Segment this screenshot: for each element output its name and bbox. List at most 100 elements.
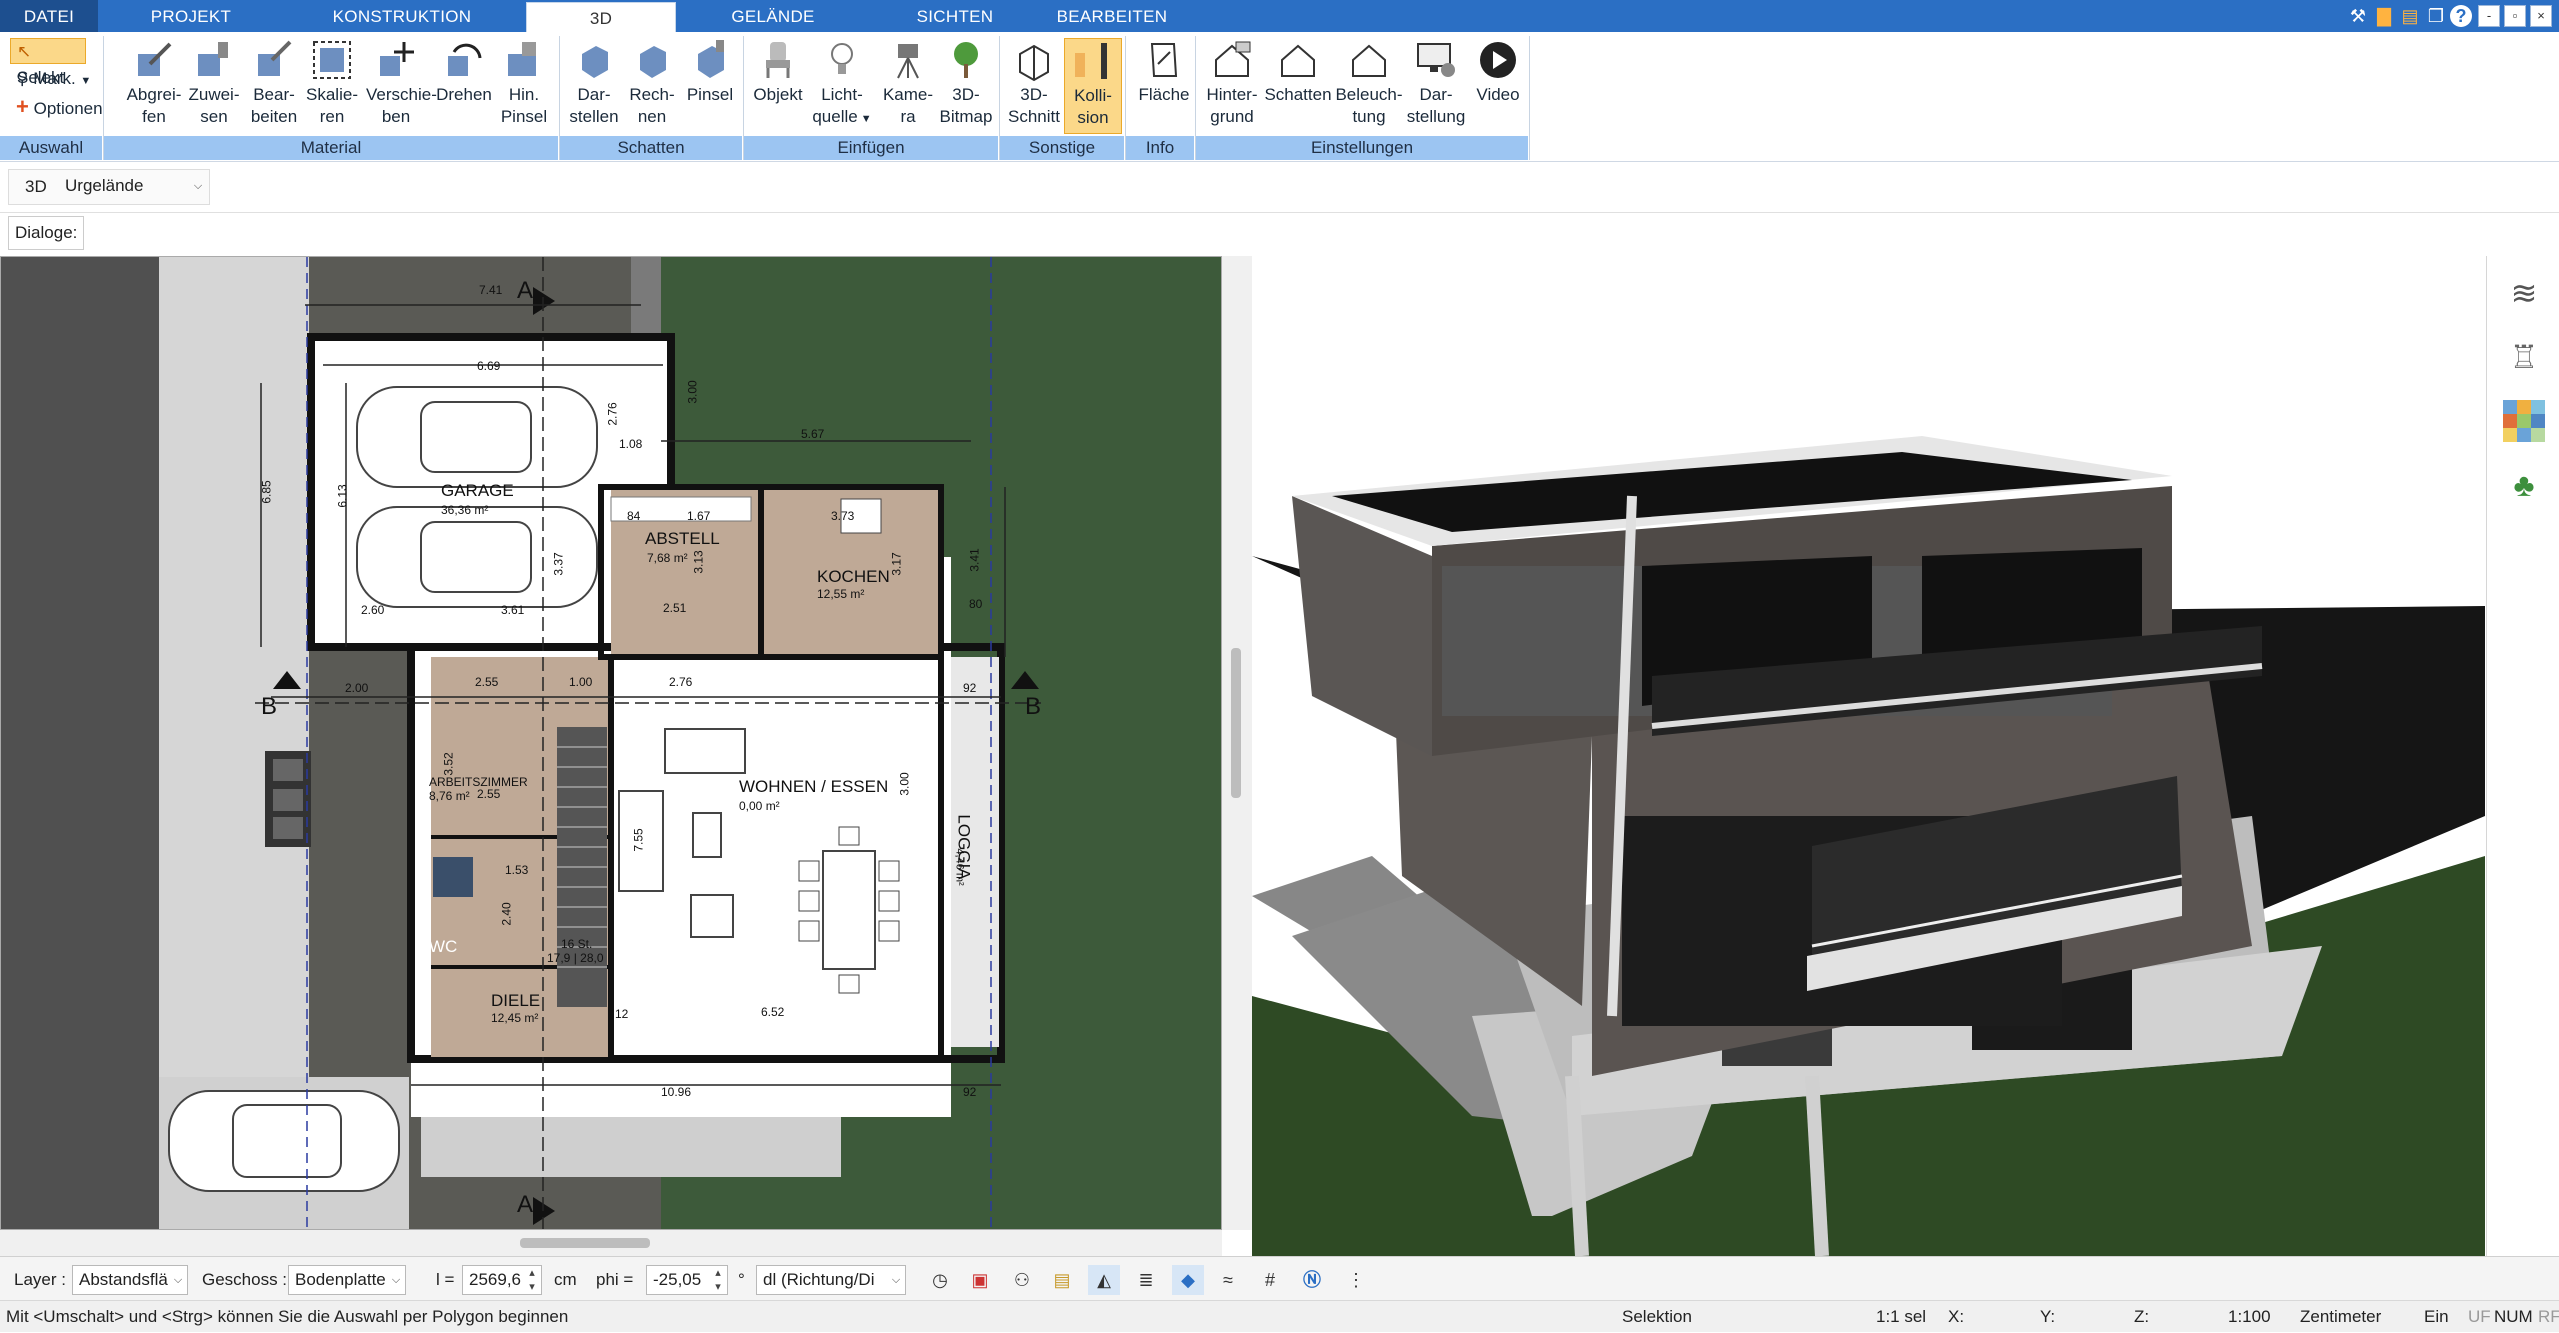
more-icon[interactable]: ⋮ [1340, 1265, 1372, 1295]
scale-label-2: ren [319, 107, 345, 126]
layers-icon[interactable]: ≋ [2503, 272, 2545, 314]
camera-button[interactable]: Kame- ra [878, 38, 938, 134]
plant-icon[interactable]: ♣ [2503, 464, 2545, 506]
group-sonstige: Sonstige [1000, 136, 1124, 160]
hint-brush-button[interactable]: Hin. Pinsel [494, 38, 554, 134]
plane-icon[interactable]: ◆ [1172, 1265, 1204, 1295]
grid-icon[interactable]: # [1254, 1265, 1286, 1295]
layout-icon[interactable]: ▤ [2398, 4, 2422, 28]
scroll-thumb[interactable] [520, 1238, 650, 1248]
3d-view[interactable] [1252, 256, 2485, 1256]
bitmap-3d-button[interactable]: 3D- Bitmap [936, 38, 996, 134]
tab-file[interactable]: DATEI [0, 0, 98, 32]
folder-icon[interactable]: ▇ [2372, 4, 2396, 28]
lighting-button[interactable]: Beleuch- tung [1334, 38, 1404, 134]
length-input[interactable]: 2569,6 ▴ ▾ [462, 1265, 542, 1295]
vertical-scrollbar[interactable] [1222, 256, 1252, 1230]
status-unit: Zentimeter [2300, 1307, 2382, 1326]
show-shadow-button[interactable]: Dar- stellen [564, 38, 624, 134]
phi-value: -25,05 [653, 1270, 702, 1289]
furniture-icon[interactable]: ♖ [2503, 336, 2545, 378]
north-icon[interactable]: Ⓝ [1296, 1265, 1328, 1295]
edit-material-button[interactable]: Bear- beiten [244, 38, 304, 134]
background-button[interactable]: Hinter- grund [1200, 38, 1264, 134]
display-button[interactable]: Dar- stellung [1406, 38, 1466, 134]
tab-bearbeiten[interactable]: BEARBEITEN [1050, 0, 1174, 32]
rotate-material-button[interactable]: Drehen [434, 38, 494, 134]
insert-object-button[interactable]: Objekt [748, 38, 808, 134]
section-3d-button[interactable]: 3D- Schnitt [1004, 38, 1064, 134]
horizontal-scrollbar[interactable] [0, 1230, 1222, 1256]
scale-material-button[interactable]: Skalie- ren [302, 38, 362, 134]
terrain-select[interactable]: Urgelände ⌵ [59, 172, 207, 202]
monitor-icon[interactable]: ▣ [964, 1265, 996, 1295]
lighting-label-1: Beleuch- [1335, 85, 1403, 104]
assign-material-button[interactable]: Zuwei- sen [184, 38, 244, 134]
calc-shadow-button[interactable]: Rech- nen [622, 38, 682, 134]
move-label-1: Verschie- [366, 85, 437, 104]
shadow-brush-label: Pinsel [686, 85, 734, 104]
help-icon[interactable]: ? [2450, 5, 2472, 27]
area-button[interactable]: Fläche [1134, 38, 1194, 134]
chair-icon [766, 42, 790, 78]
shadow-settings-button[interactable]: Schatten [1264, 38, 1332, 134]
direction-select[interactable]: dl (Richtung/Di ⌵ [756, 1265, 906, 1295]
section-label-2: Schnitt [1008, 107, 1060, 126]
floor-plan-view[interactable]: 7.41 6.69 5.67 3.00 2.76 1.08 6.85 6.13 … [0, 256, 1222, 1230]
tab-gelaende[interactable]: GELÄNDE [700, 0, 846, 32]
floor-plan-drawing[interactable] [1, 257, 1222, 1230]
light-label-1: Licht- [821, 85, 863, 104]
options-label: Optionen [33, 99, 103, 118]
edit-label-1: Bear- [253, 85, 295, 104]
assign-label-2: sen [200, 107, 228, 126]
layer-select[interactable]: Abstandsflä ⌵ [72, 1265, 188, 1295]
tab-projekt[interactable]: PROJEKT [112, 0, 270, 32]
status-uf: UF [2468, 1307, 2491, 1326]
house-shadow-icon [1281, 44, 1315, 77]
select-button[interactable]: ↖ Selekt [10, 38, 86, 87]
scroll-thumb[interactable] [1231, 648, 1241, 798]
3d-house-render[interactable] [1252, 256, 2485, 1256]
shadow-brush-button[interactable]: Pinsel [680, 38, 740, 134]
options-button[interactable]: + Optionen [10, 94, 109, 120]
restore-button[interactable]: ▫ [2504, 5, 2526, 27]
walk-icon[interactable]: ⚇ [1006, 1265, 1038, 1295]
camera-icon [897, 44, 919, 79]
object-icon[interactable]: ▤ [1046, 1265, 1078, 1295]
chevron-down-icon: ⌵ [193, 180, 203, 192]
hint-label-1: Hin. [508, 85, 540, 104]
floor-label: Geschoss : [202, 1270, 288, 1289]
move-material-button[interactable]: Verschie- ben [366, 38, 437, 134]
tab-3d[interactable]: 3D [526, 2, 676, 32]
light-source-button[interactable]: Licht- quelle ▼ [812, 38, 872, 134]
tools-icon[interactable]: ⚒ [2346, 4, 2370, 28]
pick-material-button[interactable]: Abgrei- fen [124, 38, 184, 134]
wave-icon[interactable]: ≈ [1212, 1265, 1244, 1295]
spinner-icon[interactable]: ▴ ▾ [523, 1266, 541, 1294]
clock-icon[interactable]: ◷ [924, 1265, 956, 1295]
hint-label-2: Pinsel [500, 107, 548, 126]
tab-konstruktion[interactable]: KONSTRUKTION [300, 0, 504, 32]
phi-input[interactable]: -25,05 ▴ ▾ [646, 1265, 728, 1295]
close-button[interactable]: × [2530, 5, 2552, 27]
minimize-button[interactable]: - [2478, 5, 2500, 27]
status-ein: Ein [2424, 1307, 2449, 1326]
floor-select[interactable]: Bodenplatte ⌵ [288, 1265, 406, 1295]
hatch-icon[interactable]: ≣ [1130, 1265, 1162, 1295]
rotate-icon [448, 43, 482, 76]
car-outside [168, 1090, 400, 1192]
car-top [356, 386, 598, 488]
tab-sichten[interactable]: SICHTEN [880, 0, 1030, 32]
material-palette-icon[interactable] [2503, 400, 2545, 442]
windows-icon[interactable]: ❐ [2424, 4, 2448, 28]
collision-button[interactable]: Kolli- sion [1064, 38, 1122, 134]
cube-shadow-icon [640, 46, 666, 78]
video-button[interactable]: Video [1468, 38, 1528, 134]
terrain-icon[interactable]: ◭ [1088, 1265, 1120, 1295]
spinner-icon[interactable]: ▴ ▾ [709, 1266, 727, 1294]
area-label: Fläche [1138, 85, 1190, 104]
edit-label-2: beiten [250, 107, 298, 126]
layer-value: Abstandsflä [79, 1270, 168, 1289]
pencil-cube-icon [258, 40, 292, 76]
mark-button[interactable]: ⚲ Mark. ▼ [10, 66, 97, 92]
